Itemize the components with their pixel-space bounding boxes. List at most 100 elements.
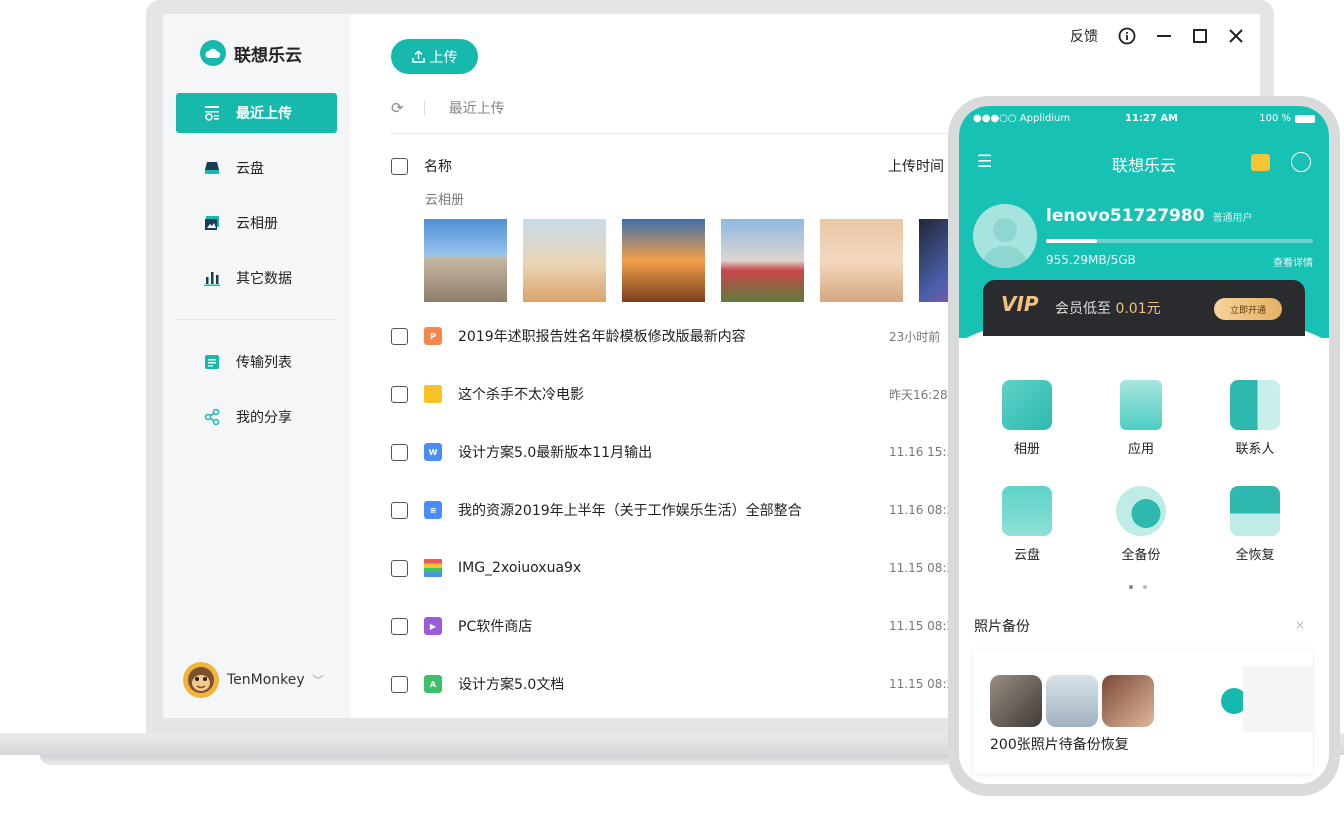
sidebar-item-recent-upload[interactable]: 最近上传	[176, 93, 337, 133]
photo-thumbnail-sunset-drink[interactable]	[622, 219, 705, 302]
grid-item-label: 云盘	[1013, 548, 1040, 563]
sidebar-item-label: 云相册	[236, 216, 278, 232]
carrier: ●●●○○ Applidium	[973, 113, 1071, 124]
photo-thumbnail-tram[interactable]	[721, 219, 804, 302]
row-checkbox[interactable]	[391, 559, 408, 577]
pending-photo-road	[1046, 675, 1098, 727]
sidebar-item-my-share[interactable]: 我的分享	[176, 397, 337, 437]
photo-thumbnail-cathedral[interactable]	[424, 219, 507, 302]
sidebar-item-album[interactable]: 云相册	[176, 203, 337, 243]
upload-time: 11.15 08:2	[889, 561, 955, 575]
sidebar-item-drive[interactable]: 云盘	[176, 148, 337, 188]
transfer-list-icon	[203, 354, 220, 371]
close-icon[interactable]	[1228, 28, 1244, 44]
recent-upload-icon	[203, 105, 220, 122]
user-menu[interactable]: TenMonkey ﹀	[183, 662, 324, 698]
chevron-down-icon: ﹀	[312, 674, 324, 687]
grid-item-contacts[interactable]: 联系人	[1195, 380, 1315, 457]
upload-time: 11.15 08:2	[889, 619, 955, 633]
row-checkbox[interactable]	[391, 385, 408, 403]
sidebar-item-other-data[interactable]: 其它数据	[176, 258, 337, 298]
sidebar-item-label: 云盘	[236, 161, 264, 177]
album-section-title: 云相册	[425, 193, 465, 208]
vip-logo: VIP	[1001, 292, 1039, 316]
contact-icon	[1230, 380, 1280, 430]
mobile-avatar[interactable]	[973, 204, 1037, 268]
album-thumbnails	[424, 219, 1002, 302]
stage: 联想乐云 最近上传 云盘 云相册 其它数据 传输列表 我的分享 TenMonke…	[0, 0, 1344, 828]
storage-quota: 955.29MB/5GB	[1046, 253, 1136, 267]
file-name: 设计方案5.0最新版本11月输出	[458, 445, 653, 461]
photo-backup-card[interactable]: 200张照片待备份恢复	[973, 650, 1313, 774]
grid-item-full-restore[interactable]: 全恢复	[1195, 486, 1315, 563]
battery-percent: 100 %	[1259, 113, 1291, 124]
file-name: 我的资源2019年上半年（关于工作娱乐生活）全部整合	[458, 503, 802, 519]
column-time-header: 上传时间	[888, 159, 944, 175]
sidebar-item-label: 最近上传	[236, 106, 292, 122]
upload-time: 11.15 08:2	[889, 677, 955, 691]
photo-thumbnail-horse-desert[interactable]	[523, 219, 606, 302]
cloud-logo-icon	[200, 40, 226, 66]
row-checkbox[interactable]	[391, 675, 408, 693]
mobile-app-title: 联想乐云	[1111, 156, 1176, 175]
upload-time: 昨天16:28	[889, 387, 948, 402]
grid-item-label: 应用	[1127, 442, 1154, 457]
calendar-checkin-icon[interactable]	[1251, 154, 1270, 171]
battery-status: 100 %	[1259, 113, 1315, 124]
upload-button[interactable]: 上传	[391, 39, 478, 74]
pending-photo-people	[1102, 675, 1154, 727]
doc-file-icon: ≡	[424, 501, 442, 519]
grid-item-album[interactable]: 相册	[967, 380, 1087, 457]
card-overlay	[1243, 666, 1313, 732]
album-icon	[203, 215, 220, 232]
app-name: 联想乐云	[234, 45, 302, 66]
vip-text-prefix: 会员低至	[1055, 301, 1116, 317]
battery-icon	[1295, 114, 1315, 123]
user-name: TenMonkey	[227, 672, 305, 688]
refresh-icon[interactable]: ⟳	[391, 99, 404, 117]
sidebar-item-label: 我的分享	[236, 410, 292, 426]
file-name: 这个杀手不太冷电影	[458, 387, 584, 403]
column-name-header: 名称	[424, 159, 452, 175]
avatar	[183, 662, 219, 698]
view-details-link[interactable]: 查看详情	[1273, 254, 1313, 269]
page-dot-active	[1129, 585, 1133, 589]
upload-icon	[411, 50, 425, 63]
row-checkbox[interactable]	[391, 443, 408, 461]
grid-item-label: 相册	[1013, 442, 1040, 457]
username-text: lenovo51727980	[1046, 206, 1205, 226]
pending-photo-animal	[990, 675, 1042, 727]
sidebar-item-label: 传输列表	[236, 355, 292, 371]
vip-banner[interactable]: VIP 会员低至 0.01元 立即开通	[983, 280, 1305, 336]
upload-label: 上传	[429, 48, 458, 65]
storage-progress-bar	[1046, 239, 1313, 243]
feedback-link[interactable]: 反馈	[1070, 26, 1098, 46]
breadcrumb: ⟳ 最近上传	[391, 98, 505, 118]
grid-item-label: 全备份	[1121, 548, 1161, 563]
file-name: 2019年述职报告姓名年龄模板修改版最新内容	[458, 329, 746, 345]
grid-item-drive[interactable]: 云盘	[967, 486, 1087, 563]
photo-backup-close-icon[interactable]: ×	[1295, 618, 1305, 632]
minimize-icon[interactable]	[1156, 28, 1172, 44]
vip-open-button[interactable]: 立即开通	[1214, 298, 1282, 320]
select-all-checkbox[interactable]	[391, 157, 408, 175]
photo-thumbnail-desert-walker[interactable]	[820, 219, 903, 302]
grid-item-full-backup[interactable]: 全备份	[1081, 486, 1201, 563]
status-time: 11:27 AM	[1125, 113, 1179, 124]
chart-bars-icon	[203, 270, 220, 287]
maximize-icon[interactable]	[1192, 28, 1208, 44]
file-name: IMG_2xoiuoxua9x	[458, 560, 582, 576]
row-checkbox[interactable]	[391, 501, 408, 519]
app-logo: 联想乐云	[200, 40, 302, 66]
row-checkbox[interactable]	[391, 617, 408, 635]
sidebar-item-transfer-list[interactable]: 传输列表	[176, 342, 337, 382]
info-icon[interactable]	[1118, 27, 1136, 45]
drive-icon	[203, 160, 220, 177]
word-file-icon: W	[424, 443, 442, 461]
folder-icon	[1002, 486, 1052, 536]
photo-backup-count: 200张照片待备份恢复	[990, 737, 1129, 753]
restore-icon	[1230, 486, 1280, 536]
row-checkbox[interactable]	[391, 327, 408, 345]
exchange-icon[interactable]	[1291, 152, 1311, 172]
grid-item-apps[interactable]: 应用	[1081, 380, 1201, 457]
